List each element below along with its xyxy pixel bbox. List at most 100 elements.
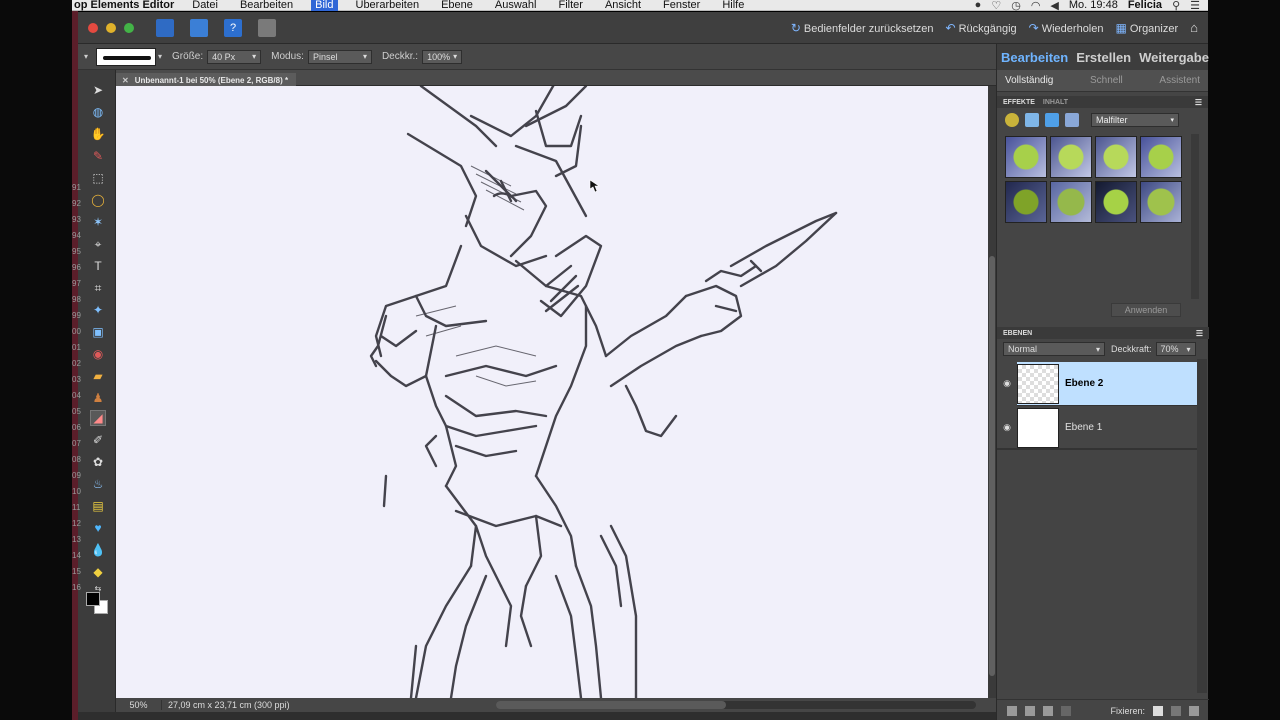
menu-auswahl[interactable]: Auswahl [491, 0, 541, 11]
clock[interactable]: Mo. 19:48 [1069, 0, 1118, 11]
menu-ebene[interactable]: Ebene [437, 0, 477, 11]
tab-assistent[interactable]: Assistent [1159, 75, 1200, 86]
menu-filter[interactable]: Filter [554, 0, 586, 11]
magic-wand-tool-icon[interactable]: ✶ [90, 214, 106, 230]
organizer-button[interactable]: ▦ Organizer [1116, 21, 1179, 35]
new-file-icon[interactable] [156, 18, 174, 37]
scrollbar-thumb[interactable] [989, 256, 995, 676]
clone-stamp-tool-icon[interactable]: ♟ [90, 390, 106, 406]
filters-icon[interactable] [1005, 113, 1019, 127]
opacity-field[interactable]: 100% ▾ [422, 49, 463, 64]
zoom-tool-icon[interactable]: ◍ [90, 104, 106, 120]
filter-thumbnail[interactable] [1050, 136, 1092, 178]
marquee-tool-icon[interactable]: ⬚ [90, 170, 106, 186]
brush-tool-icon[interactable]: ✐ [90, 432, 106, 448]
zoom-window-button[interactable] [124, 22, 134, 33]
tab-erstellen[interactable]: Erstellen [1072, 50, 1135, 65]
tab-schnell[interactable]: Schnell [1090, 75, 1123, 86]
heart-icon[interactable]: ♡ [991, 0, 1001, 12]
hand-tool-icon[interactable]: ✋ [90, 126, 106, 142]
brush-preview[interactable] [96, 47, 157, 66]
wifi-icon[interactable]: ◠ [1031, 0, 1041, 12]
shape-tool-icon[interactable]: ♥ [90, 520, 106, 536]
blend-mode-dropdown[interactable]: Normal ▾ [1003, 342, 1105, 356]
tab-inhalt[interactable]: INHALT [1043, 99, 1068, 106]
menu-ansicht[interactable]: Ansicht [601, 0, 645, 11]
canvas[interactable] [116, 86, 988, 698]
canvas-vertical-scrollbar[interactable] [988, 86, 996, 698]
reset-panels-button[interactable]: ↻ Bedienfelder zurücksetzen [791, 21, 934, 35]
gradient-tool-icon[interactable]: ▤ [90, 498, 106, 514]
selection-brush-tool-icon[interactable]: ⌖ [90, 236, 106, 252]
filter-thumbnail[interactable] [1005, 181, 1047, 223]
blur-tool-icon[interactable]: 💧 [90, 542, 106, 558]
healing-brush-tool-icon[interactable]: ▰ [90, 368, 106, 384]
scrollbar-thumb[interactable] [496, 701, 726, 709]
eye-icon[interactable]: ◉ [997, 361, 1017, 406]
layer-opacity-field[interactable]: 70% ▾ [1155, 342, 1196, 356]
apply-button[interactable]: Anwenden [1111, 303, 1181, 317]
size-field[interactable]: 40 Px ▾ [207, 49, 262, 64]
layer-name[interactable]: Ebene 1 [1065, 422, 1102, 433]
layer-mask-icon[interactable] [1061, 705, 1071, 716]
user-name[interactable]: Felicia [1128, 0, 1162, 11]
new-group-icon[interactable] [1025, 705, 1035, 716]
lock-icon[interactable] [1171, 705, 1181, 716]
time-machine-icon[interactable]: ◷ [1011, 0, 1021, 12]
filter-category-dropdown[interactable]: Malfilter ▾ [1091, 113, 1179, 127]
layer-row[interactable]: ◉ Ebene 1 [997, 406, 1197, 450]
layer-name[interactable]: Ebene 2 [1065, 378, 1103, 389]
lock-transparency-icon[interactable] [1153, 705, 1163, 716]
menu-ueberarbeiten[interactable]: Überarbeiten [352, 0, 424, 11]
tool-preset-icon[interactable]: ▾ [84, 52, 88, 61]
straighten-tool-icon[interactable]: ▣ [90, 324, 106, 340]
layer-styles-icon[interactable] [1025, 113, 1039, 127]
layers-scrollbar[interactable] [1197, 359, 1207, 693]
mode-dropdown[interactable]: Pinsel ▾ [307, 49, 372, 64]
photo-effects-icon[interactable] [1045, 113, 1059, 127]
app-name[interactable]: op Elements Editor [74, 0, 174, 11]
redo-button[interactable]: ↷ Wiederholen [1029, 21, 1104, 35]
foreground-color-swatch[interactable] [86, 592, 100, 606]
new-layer-icon[interactable] [1007, 705, 1017, 716]
effects-scrollbar[interactable] [1191, 134, 1199, 299]
eraser-tool-icon[interactable]: ◢ [90, 410, 106, 426]
smart-brush-tool-icon[interactable]: ✿ [90, 454, 106, 470]
tab-effekte[interactable]: EFFEKTE [1003, 99, 1035, 106]
undo-button[interactable]: ↶ Rückgängig [946, 21, 1017, 35]
move-tool-icon[interactable]: ➤ [90, 82, 106, 98]
menu-bild[interactable]: Bild [311, 0, 338, 11]
notification-icon[interactable]: ☰ [1190, 0, 1200, 12]
filter-thumbnail[interactable] [1095, 181, 1137, 223]
menu-datei[interactable]: Datei [188, 0, 222, 11]
trash-icon[interactable] [1189, 705, 1199, 716]
home-icon[interactable]: ⌂ [1190, 20, 1198, 35]
red-eye-tool-icon[interactable]: ◉ [90, 346, 106, 362]
tab-bearbeiten[interactable]: Bearbeiten [997, 50, 1072, 65]
text-tool-icon[interactable]: T [90, 258, 106, 274]
volume-icon[interactable]: ◀ [1050, 0, 1058, 12]
save-icon[interactable] [190, 18, 208, 37]
help-icon[interactable]: ? [224, 18, 242, 37]
filter-thumbnail[interactable] [1140, 136, 1182, 178]
record-icon[interactable]: ● [975, 0, 982, 11]
paint-bucket-tool-icon[interactable]: ♨ [90, 476, 106, 492]
zoom-level[interactable]: 50% [116, 700, 162, 710]
canvas-horizontal-scrollbar[interactable] [496, 701, 976, 709]
panel-menu-icon[interactable]: ☰ [1195, 98, 1202, 107]
close-window-button[interactable] [88, 22, 98, 33]
document-info[interactable]: 27,09 cm x 23,71 cm (300 ppi) [168, 700, 290, 710]
layout-icon[interactable] [258, 18, 276, 37]
fx-icon[interactable] [1065, 113, 1079, 127]
filter-thumbnail[interactable] [1050, 181, 1092, 223]
tab-weitergabe[interactable]: Weitergabe [1135, 50, 1213, 65]
spotlight-icon[interactable]: ⚲ [1172, 0, 1180, 12]
lasso-tool-icon[interactable]: ◯ [90, 192, 106, 208]
minimize-window-button[interactable] [106, 22, 116, 33]
close-icon[interactable]: ✕ [122, 76, 129, 85]
crop-tool-icon[interactable]: ⌗ [90, 280, 106, 296]
menu-hilfe[interactable]: Hilfe [718, 0, 748, 11]
sponge-tool-icon[interactable]: ◆ [90, 564, 106, 580]
filter-thumbnail[interactable] [1005, 136, 1047, 178]
filter-thumbnail[interactable] [1095, 136, 1137, 178]
